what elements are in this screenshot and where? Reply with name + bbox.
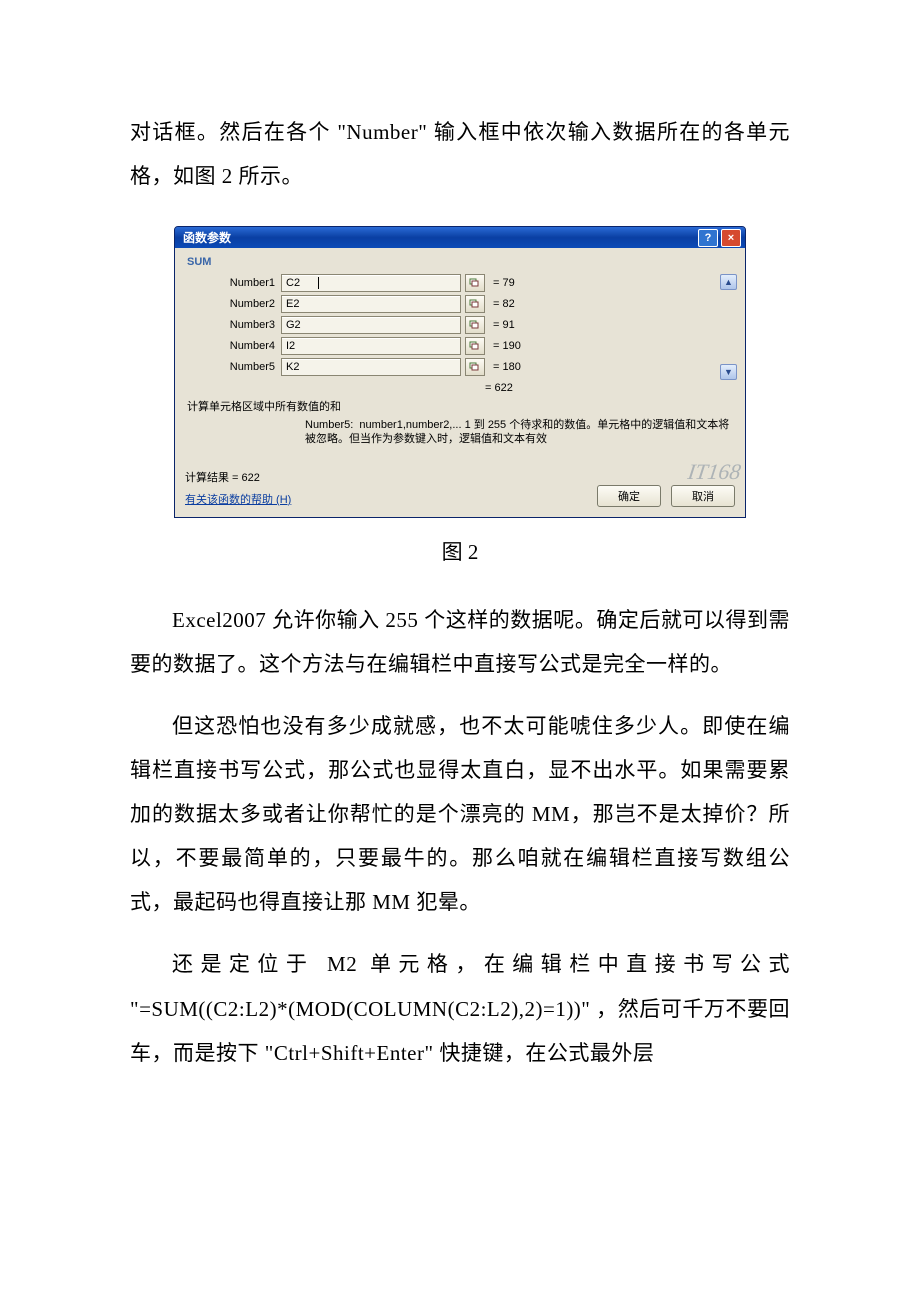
arg-label: Number4 [185,340,281,352]
arg-result: = 190 [493,340,543,352]
arg-row-5: Number5K2 = 180 [185,358,735,376]
argument-hint: Number5: number1,number2,... 1 到 255 个待求… [305,418,733,447]
paragraph-2: Excel2007 允许你输入 255 个这样的数据呢。确定后就可以得到需要的数… [130,598,790,686]
paragraph-4: 还是定位于 M2 单元格，在编辑栏中直接书写公式 "=SUM((C2:L2)*(… [130,942,790,1074]
arg-result: = 79 [493,277,543,289]
arg-label: Number2 [185,298,281,310]
arg-row-1: Number1C2 = 79 [185,274,735,292]
arg-label: Number5 [185,361,281,373]
range-selector-icon[interactable] [465,295,485,313]
cancel-button[interactable]: 取消 [671,485,735,507]
range-selector-icon[interactable] [465,274,485,292]
arg-row-4: Number4I2 = 190 [185,337,735,355]
arg-result: = 82 [493,298,543,310]
paragraph-1: 对话框。然后在各个 "Number" 输入框中依次输入数据所在的各单元格，如图 … [130,110,790,198]
range-selector-icon[interactable] [465,358,485,376]
arg-input[interactable]: E2 [281,295,461,313]
arg-label: Number1 [185,277,281,289]
scroll-down-button[interactable]: ▼ [720,364,737,380]
arg-result: = 91 [493,319,543,331]
arg-row-3: Number3G2 = 91 [185,316,735,334]
arg-input[interactable]: K2 [281,358,461,376]
arg-input[interactable]: I2 [281,337,461,355]
function-arguments-dialog: 函数参数 ? × SUM ▲ ▼ Number1C2 = 79 Number2E2 =… [174,226,746,518]
paragraph-3: 但这恐怕也没有多少成就感，也不太可能唬住多少人。即使在编辑栏直接书写公式，那公式… [130,704,790,924]
range-selector-icon[interactable] [465,337,485,355]
range-selector-icon[interactable] [465,316,485,334]
watermark: IT168 [687,459,743,485]
figure-caption: 图 2 [130,536,790,566]
total-result: = 622 [485,382,735,394]
help-button[interactable]: ? [698,229,718,247]
dialog-titlebar: 函数参数 ? × [175,227,745,248]
calc-result: 计算结果 = 622 [185,469,291,485]
function-name: SUM [187,256,735,268]
arg-input[interactable]: G2 [281,316,461,334]
close-button[interactable]: × [721,229,741,247]
dialog-title: 函数参数 [183,229,695,246]
arg-row-2: Number2E2 = 82 [185,295,735,313]
function-help-link[interactable]: 有关该函数的帮助 (H) [185,491,291,507]
arg-result: = 180 [493,361,543,373]
arg-label: Number3 [185,319,281,331]
ok-button[interactable]: 确定 [597,485,661,507]
function-description: 计算单元格区域中所有数值的和 [187,398,733,414]
arg-input[interactable]: C2 [281,274,461,292]
scroll-up-button[interactable]: ▲ [720,274,737,290]
